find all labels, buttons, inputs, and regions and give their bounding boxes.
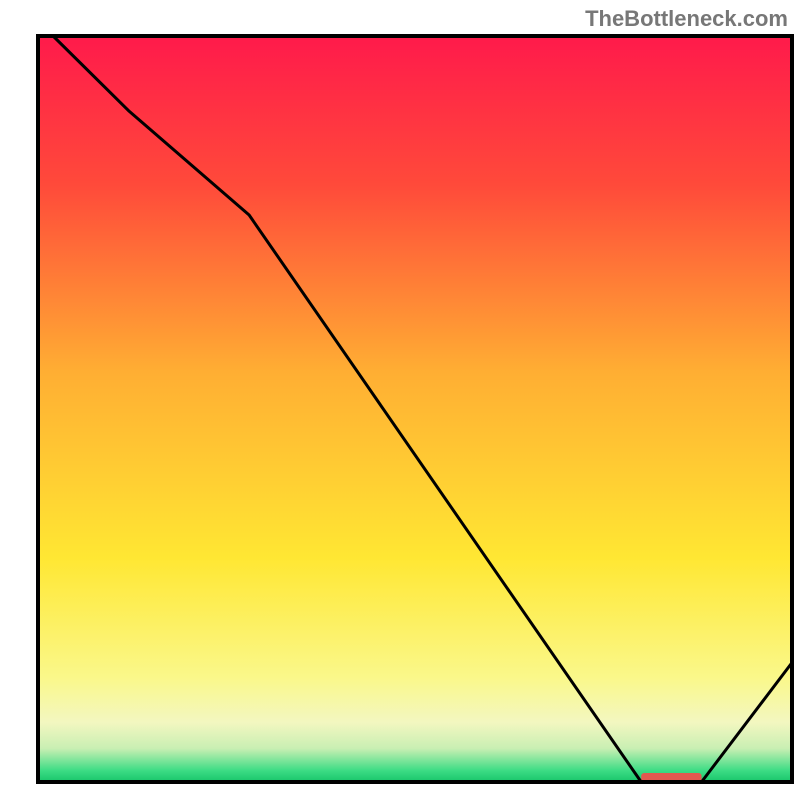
chart-container: TheBottleneck.com	[0, 0, 800, 800]
bottleneck-chart	[0, 0, 800, 800]
watermark-text: TheBottleneck.com	[585, 6, 788, 32]
chart-background-gradient	[38, 36, 792, 782]
